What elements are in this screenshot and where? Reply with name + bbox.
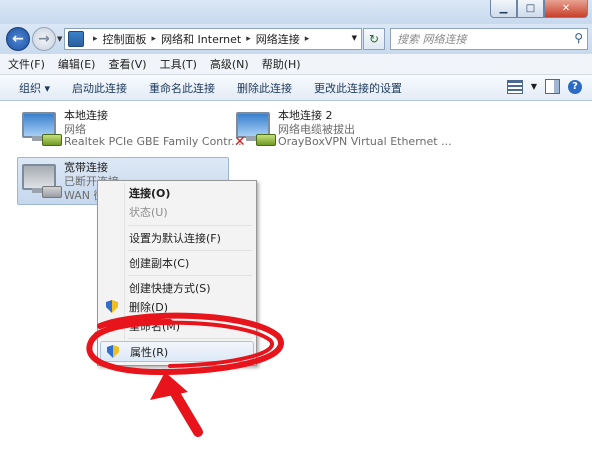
network-adapter-disconnected-icon: ✕ bbox=[234, 110, 276, 150]
menu-item-set-default[interactable]: 设置为默认连接(F) bbox=[100, 228, 252, 247]
navigation-bar: ← → ▼ ▸ 控制面板 ▸ 网络和 Internet ▸ 网络连接 ▸ ▼ 搜… bbox=[0, 24, 592, 54]
window-controls: ▁ □ ✕ bbox=[490, 0, 588, 18]
menu-edit[interactable]: 编辑(E) bbox=[50, 56, 101, 72]
menu-advanced[interactable]: 高级(N) bbox=[202, 56, 254, 72]
chevron-right-icon[interactable]: ▸ bbox=[152, 34, 157, 44]
chevron-right-icon[interactable]: ▸ bbox=[246, 34, 251, 44]
search-icon[interactable]: ⚲ bbox=[574, 31, 583, 45]
menu-view[interactable]: 查看(V) bbox=[100, 56, 151, 72]
broadband-modem-icon bbox=[22, 162, 62, 198]
menu-bar: 文件(F) 编辑(E) 查看(V) 工具(T) 高级(N) 帮助(H) bbox=[0, 54, 592, 75]
title-bar: ▁ □ ✕ bbox=[0, 0, 592, 24]
chevron-right-icon[interactable]: ▸ bbox=[305, 34, 310, 44]
breadcrumb-network-connections[interactable]: 网络连接 bbox=[256, 31, 300, 47]
arrow-shaft bbox=[165, 380, 203, 437]
forward-button[interactable]: → bbox=[32, 27, 56, 51]
change-settings-button[interactable]: 更改此连接的设置 bbox=[303, 80, 413, 96]
rename-connection-button[interactable]: 重命名此连接 bbox=[138, 80, 226, 96]
help-icon[interactable]: ? bbox=[568, 79, 582, 94]
menu-help[interactable]: 帮助(H) bbox=[254, 56, 306, 72]
breadcrumb-network-internet[interactable]: 网络和 Internet bbox=[161, 31, 241, 47]
menu-item-create-shortcut[interactable]: 创建快捷方式(S) bbox=[100, 278, 252, 297]
start-connection-button[interactable]: 启动此连接 bbox=[61, 80, 138, 96]
context-menu: 连接(O) 状态(U) 设置为默认连接(F) 创建副本(C) 创建快捷方式(S)… bbox=[97, 180, 257, 366]
view-dropdown-icon[interactable]: ▼ bbox=[531, 82, 537, 91]
connection-device: Realtek PCIe GBE Family Contr... bbox=[64, 135, 242, 148]
uac-shield-icon bbox=[106, 319, 118, 332]
command-bar: 组织 ▾ 启动此连接 重命名此连接 删除此连接 更改此连接的设置 ▼ ? bbox=[0, 75, 592, 101]
connection-device: OrayBoxVPN Virtual Ethernet ... bbox=[278, 135, 452, 148]
menu-item-status: 状态(U) bbox=[129, 205, 168, 219]
close-button[interactable]: ✕ bbox=[544, 0, 588, 18]
minimize-button[interactable]: ▁ bbox=[490, 0, 517, 18]
network-adapter-icon bbox=[22, 110, 62, 146]
arrow-head bbox=[150, 372, 188, 400]
menu-file[interactable]: 文件(F) bbox=[0, 56, 50, 72]
back-button[interactable]: ← bbox=[6, 27, 30, 51]
uac-shield-icon bbox=[107, 345, 119, 358]
organize-button[interactable]: 组织 ▾ bbox=[0, 80, 61, 96]
forward-arrow-icon: → bbox=[38, 31, 50, 47]
refresh-button[interactable]: ↻ bbox=[363, 28, 385, 50]
minimize-icon: ▁ bbox=[499, 3, 508, 14]
back-arrow-icon: ← bbox=[12, 31, 24, 47]
search-placeholder: 搜索 网络连接 bbox=[397, 33, 467, 46]
menu-item-create-copy[interactable]: 创建副本(C) bbox=[100, 253, 252, 272]
connection-local[interactable]: 本地连接 网络 Realtek PCIe GBE Family Contr... bbox=[18, 106, 242, 152]
view-options-icon[interactable] bbox=[506, 79, 523, 94]
connection-local-2[interactable]: ✕ 本地连接 2 网络电缆被拔出 OrayBoxVPN Virtual Ethe… bbox=[232, 106, 452, 152]
maximize-button[interactable]: □ bbox=[517, 0, 544, 18]
address-bar[interactable]: ▸ 控制面板 ▸ 网络和 Internet ▸ 网络连接 ▸ ▼ bbox=[64, 28, 362, 50]
refresh-icon: ↻ bbox=[368, 32, 380, 46]
breadcrumb-control-panel[interactable]: 控制面板 bbox=[103, 31, 147, 47]
search-box[interactable]: 搜索 网络连接 ⚲ bbox=[390, 28, 588, 50]
close-icon: ✕ bbox=[561, 3, 571, 14]
menu-item-connect[interactable]: 连接(O) bbox=[100, 183, 252, 202]
recent-pages-dropdown[interactable]: ▼ bbox=[57, 35, 62, 43]
menu-tools[interactable]: 工具(T) bbox=[152, 56, 202, 72]
chevron-right-icon[interactable]: ▸ bbox=[93, 34, 98, 44]
menu-item-properties[interactable]: 属性(R) bbox=[100, 341, 254, 362]
delete-connection-button[interactable]: 删除此连接 bbox=[226, 80, 303, 96]
control-panel-icon bbox=[68, 31, 84, 47]
preview-pane-icon[interactable] bbox=[545, 79, 560, 94]
menu-item-delete[interactable]: 删除(D) bbox=[100, 297, 252, 316]
menu-item-rename[interactable]: 重命名(M) bbox=[100, 316, 252, 335]
address-dropdown-icon[interactable]: ▼ bbox=[352, 34, 357, 42]
maximize-icon: □ bbox=[525, 3, 536, 14]
uac-shield-icon bbox=[106, 300, 118, 313]
